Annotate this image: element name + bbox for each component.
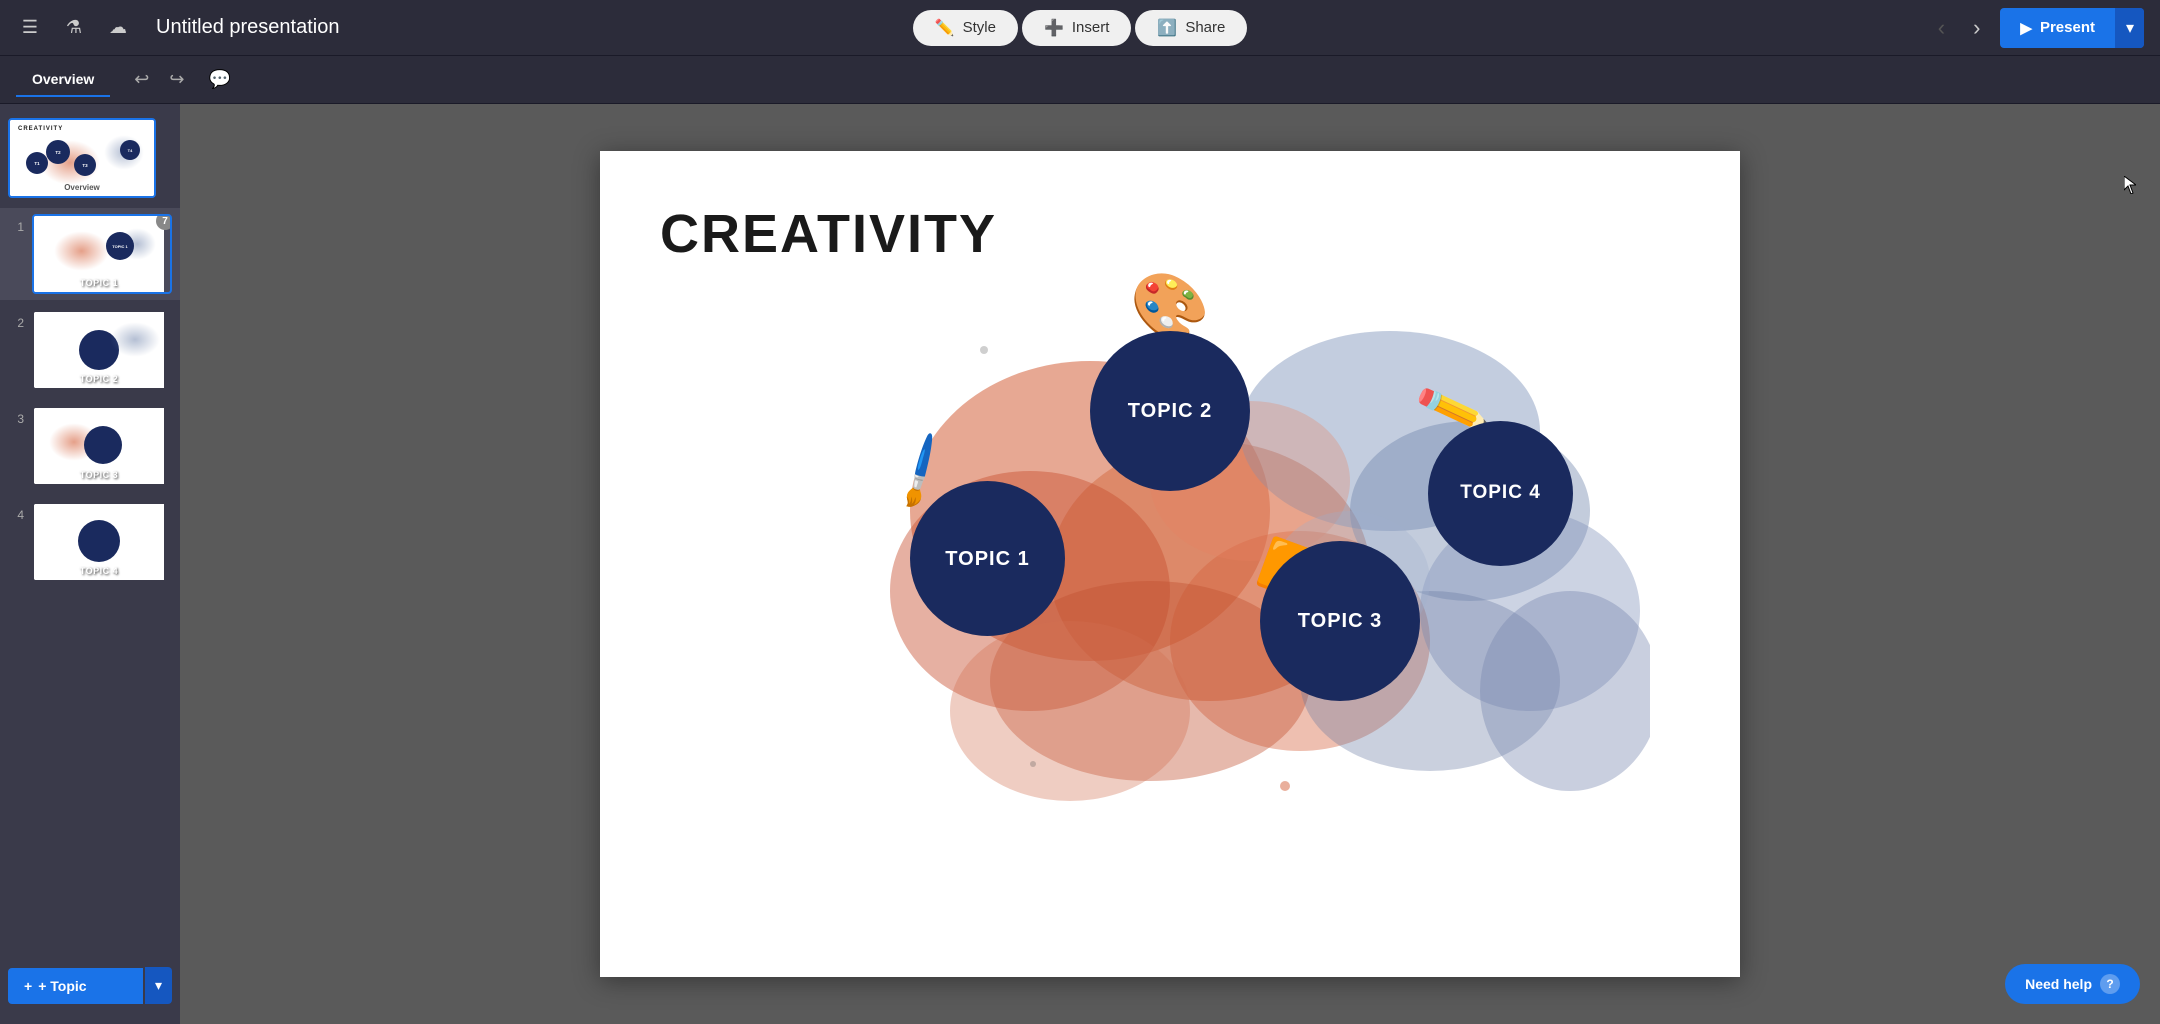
slide-4-label: TOPIC 4 [34,566,164,576]
style-button[interactable]: ✏️ Style [913,10,1018,46]
undo-button[interactable]: ↩ [126,65,157,94]
topic-3-circle[interactable]: TOPIC 3 [1260,541,1420,701]
slide-badge-1: 7 [156,214,172,230]
style-icon: ✏️ [935,18,955,38]
decoration-dot-2 [1030,761,1036,767]
slide-thumb-4: TOPIC 4 [32,502,172,582]
canvas-area: CREATIVITY 🖌️ [180,104,2160,1024]
insert-icon: ➕ [1044,18,1064,38]
topic-1-circle[interactable]: TOPIC 1 [910,481,1065,636]
slide-thumb-2: TOPIC 2 [32,310,172,390]
slide-1-label: TOPIC 1 [34,278,164,288]
slide-number-1: 1 [8,214,24,234]
decoration-dot-1 [980,346,988,354]
overview-thumbnail[interactable]: CREATIVITY T2 T1 T3 T4 Overview [0,112,180,204]
topic-4-circle[interactable]: TOPIC 4 [1428,421,1573,566]
cursor-indicator [2124,176,2136,194]
menu-icon[interactable]: ☰ [16,14,44,42]
prev-slide-button[interactable]: ‹ [1930,11,1953,45]
sidebar: CREATIVITY T2 T1 T3 T4 Overview 1 7 [0,104,180,1024]
add-topic-dropdown-button[interactable]: ▾ [145,967,172,1004]
redo-button[interactable]: ↪ [161,65,192,94]
present-button[interactable]: ▶ Present ▾ [2000,8,2144,48]
plus-icon: + [24,978,32,994]
share-button[interactable]: ⬆️ Share [1135,10,1247,46]
cloud-icon[interactable]: ☁ [104,14,132,42]
overview-label: Overview [10,183,154,192]
presentation-title: Untitled presentation [156,16,339,39]
help-icon: ? [2100,974,2120,994]
slide-3-label: TOPIC 3 [34,470,164,480]
need-help-button[interactable]: Need help ? [2005,964,2140,1004]
slide-item-1[interactable]: 1 7 TOPIC 1 TOPIC 1 [0,208,180,300]
share-icon: ⬆️ [1157,18,1177,38]
slide-number-3: 3 [8,406,24,426]
flask-icon: ⚗ [60,14,88,42]
slide-canvas[interactable]: CREATIVITY 🖌️ [600,151,1740,977]
present-dropdown-arrow[interactable]: ▾ [2115,8,2144,48]
next-slide-button[interactable]: › [1965,11,1988,45]
add-topic-bar: + + Topic ▾ [0,955,180,1016]
slide-thumb-1: 7 TOPIC 1 TOPIC 1 [32,214,172,294]
slide-item-3[interactable]: 3 TOPIC 3 [0,400,180,492]
comment-button[interactable]: 💬 [200,65,238,94]
slide-number-4: 4 [8,502,24,522]
overview-tab[interactable]: Overview [16,63,110,97]
add-topic-button[interactable]: + + Topic [8,968,143,1004]
slide-item-2[interactable]: 2 TOPIC 2 [0,304,180,396]
slide-item-4[interactable]: 4 TOPIC 4 [0,496,180,588]
present-play-icon: ▶ [2020,19,2032,37]
insert-button[interactable]: ➕ Insert [1022,10,1131,46]
slide-2-label: TOPIC 2 [34,374,164,384]
slide-number-2: 2 [8,310,24,330]
overview-thumb-inner: CREATIVITY T2 T1 T3 T4 Overview [8,118,156,198]
topic-2-circle[interactable]: TOPIC 2 [1090,331,1250,491]
decoration-dot-3 [1280,781,1290,791]
slide-title: CREATIVITY [660,203,997,265]
slide-thumb-3: TOPIC 3 [32,406,172,486]
